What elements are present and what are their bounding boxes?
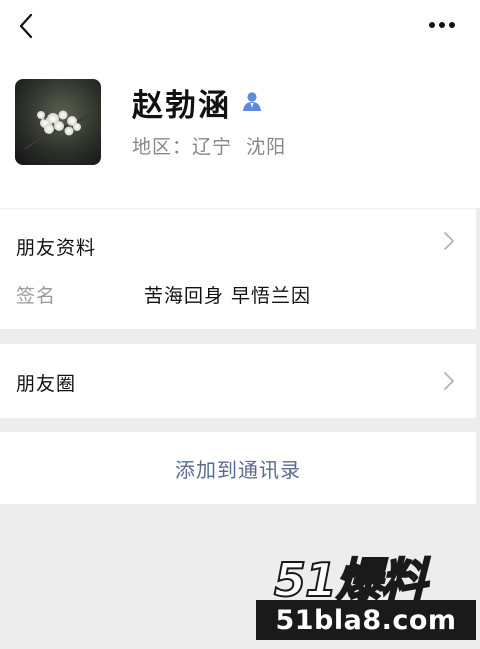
ellipsis-icon [429,22,455,28]
name-row: 赵勃涵 [132,82,263,124]
user-icon [241,91,263,113]
add-to-contacts-label: 添加到通讯录 [175,457,301,482]
chevron-right-icon [444,232,454,250]
chevron-right-icon [444,372,454,390]
friend-info-title: 朋友资料 [16,237,97,259]
profile-page: 赵勃涵 地区：辽宁 沈阳 朋友资料 签名 苦海回身 早悟兰因 朋友圈 添加到通讯… [0,0,480,649]
more-options-button[interactable] [422,8,462,42]
top-nav-bar [0,0,480,52]
moments-row[interactable]: 朋友圈 [0,344,476,418]
signature-label: 签名 [16,285,57,307]
profile-name: 赵勃涵 [132,87,231,124]
profile-region: 地区：辽宁 沈阳 [132,136,287,158]
chevron-left-icon [19,13,33,39]
back-button[interactable] [8,6,44,46]
avatar[interactable] [15,79,101,165]
add-to-contacts-button[interactable]: 添加到通讯录 [0,432,476,504]
friend-info-section[interactable]: 朋友资料 签名 苦海回身 早悟兰因 [0,209,476,329]
profile-header: 赵勃涵 地区：辽宁 沈阳 [0,52,480,208]
signature-value: 苦海回身 早悟兰因 [144,285,312,307]
moments-title: 朋友圈 [16,373,77,395]
watermark-url: 51bla8.com [256,600,476,640]
